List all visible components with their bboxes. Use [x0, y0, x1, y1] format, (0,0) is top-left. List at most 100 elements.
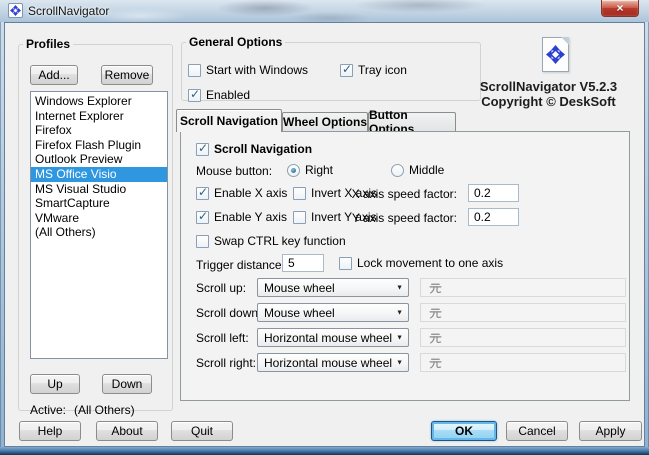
scroll-up-label: Scroll up:: [196, 281, 246, 295]
tab-scroll-navigation[interactable]: Scroll Navigation: [176, 109, 282, 132]
enabled-checkbox[interactable]: ✓ Enabled: [188, 86, 250, 104]
lock-movement-checkbox[interactable]: ✓ Lock movement to one axis: [339, 254, 503, 272]
radio-circle: [287, 164, 300, 177]
checkbox-label: Enable X axis: [214, 186, 287, 200]
list-item[interactable]: VMware: [31, 211, 167, 226]
down-button-label: Down: [112, 377, 143, 391]
hotkey-none-glyph: [429, 356, 442, 369]
window-bottom-frame: [0, 447, 649, 455]
tab-wheel-options[interactable]: Wheel Options: [282, 112, 368, 131]
scroll-navigation-master-checkbox[interactable]: ✓ Scroll Navigation: [196, 140, 312, 158]
scroll-down-select[interactable]: Mouse wheel ▼: [257, 303, 409, 322]
hotkey-none-glyph: [429, 331, 442, 344]
selected-option: Horizontal mouse wheel: [264, 331, 392, 345]
checkbox-box: ✓: [188, 89, 201, 102]
tab-label: Scroll Navigation: [180, 114, 278, 128]
add-profile-button[interactable]: Add...: [30, 65, 78, 85]
list-item[interactable]: (All Others): [31, 225, 167, 240]
selected-option: Mouse wheel: [264, 281, 335, 295]
list-item[interactable]: Windows Explorer: [31, 94, 167, 109]
x-speed-factor-input[interactable]: [468, 184, 519, 202]
list-item[interactable]: Firefox: [31, 123, 167, 138]
scroll-up-hotkey-field[interactable]: 无: [420, 278, 626, 297]
general-options-title: General Options: [186, 35, 285, 49]
scrollnavigator-window: ScrollNavigator × Profiles Add... Remove…: [0, 0, 649, 455]
active-profile-value: (All Others): [74, 403, 135, 417]
checkbox-box: ✓: [293, 211, 306, 224]
checkbox-label: Tray icon: [358, 63, 407, 77]
tab-label: Wheel Options: [283, 115, 367, 129]
quit-button[interactable]: Quit: [171, 421, 233, 441]
chevron-down-icon: ▼: [396, 309, 403, 316]
selected-option: Horizontal mouse wheel: [264, 356, 392, 370]
list-item[interactable]: Outlook Preview: [31, 152, 167, 167]
list-item-selected[interactable]: MS Office Visio: [31, 167, 167, 182]
about-button[interactable]: About: [96, 421, 158, 441]
four-way-arrow-icon: [10, 5, 21, 16]
help-button[interactable]: Help: [19, 421, 81, 441]
cancel-button[interactable]: Cancel: [506, 421, 568, 441]
check-icon: ✓: [198, 142, 208, 154]
check-icon: ✓: [190, 88, 200, 100]
page-fold: [561, 37, 569, 45]
selected-option: Mouse wheel: [264, 306, 335, 320]
product-version: ScrollNavigator V5.2.3: [455, 79, 642, 94]
start-with-windows-checkbox[interactable]: ✓ Start with Windows: [188, 61, 308, 79]
checkbox-label: Scroll Navigation: [214, 142, 312, 156]
list-item[interactable]: Firefox Flash Plugin: [31, 138, 167, 153]
y-speed-factor-input[interactable]: [468, 208, 519, 226]
list-item[interactable]: SmartCapture: [31, 196, 167, 211]
hotkey-none-glyph: [429, 281, 442, 294]
close-button[interactable]: ×: [601, 0, 639, 17]
checkbox-label: Enable Y axis: [214, 210, 287, 224]
checkbox-label: Swap CTRL key function: [214, 234, 346, 248]
profiles-title: Profiles: [23, 37, 73, 51]
enable-y-axis-checkbox[interactable]: ✓ Enable Y axis: [196, 208, 287, 226]
about-button-label: About: [111, 424, 142, 438]
check-icon: ✓: [342, 63, 352, 75]
checkbox-box: ✓: [196, 235, 209, 248]
mouse-button-label: Mouse button:: [196, 164, 272, 178]
enable-x-axis-checkbox[interactable]: ✓ Enable X axis: [196, 184, 287, 202]
tab-button-options[interactable]: Button Options: [368, 112, 456, 131]
scroll-right-select[interactable]: Horizontal mouse wheel ▼: [257, 353, 409, 372]
close-icon: ×: [616, 2, 623, 14]
apply-button[interactable]: Apply: [579, 421, 642, 441]
scroll-down-label: Scroll down:: [196, 306, 261, 320]
mouse-button-right-radio[interactable]: Right: [287, 161, 333, 179]
remove-button-label: Remove: [105, 68, 150, 82]
checkbox-box: ✓: [340, 64, 353, 77]
scroll-left-select[interactable]: Horizontal mouse wheel ▼: [257, 328, 409, 347]
app-logo: [542, 37, 569, 72]
ok-button[interactable]: OK: [431, 421, 497, 441]
copyright: Copyright © DeskSoft: [455, 94, 642, 109]
mouse-button-middle-radio[interactable]: Middle: [391, 161, 444, 179]
chevron-down-icon: ▼: [396, 284, 403, 291]
tray-icon-checkbox[interactable]: ✓ Tray icon: [340, 61, 407, 79]
remove-profile-button[interactable]: Remove: [101, 65, 153, 85]
checkbox-box: ✓: [196, 211, 209, 224]
profiles-listbox[interactable]: Windows Explorer Internet Explorer Firef…: [30, 91, 168, 359]
trigger-distance-input[interactable]: [282, 254, 324, 272]
add-button-label: Add...: [38, 68, 69, 82]
checkbox-box: ✓: [196, 143, 209, 156]
y-speed-factor-label: Y axis speed factor:: [331, 211, 457, 225]
scroll-left-label: Scroll left:: [196, 331, 249, 345]
scroll-left-hotkey-field[interactable]: 无: [420, 328, 626, 347]
radio-label: Middle: [409, 163, 444, 177]
move-up-button[interactable]: Up: [30, 374, 80, 394]
checkbox-label: Enabled: [206, 88, 250, 102]
scroll-up-select[interactable]: Mouse wheel ▼: [257, 278, 409, 297]
titlebar[interactable]: ScrollNavigator ×: [0, 0, 649, 22]
check-icon: ✓: [198, 210, 208, 222]
list-item[interactable]: Internet Explorer: [31, 109, 167, 124]
checkbox-box: ✓: [188, 64, 201, 77]
list-item[interactable]: MS Visual Studio: [31, 182, 167, 197]
help-button-label: Help: [38, 424, 63, 438]
swap-ctrl-key-checkbox[interactable]: ✓ Swap CTRL key function: [196, 232, 346, 250]
x-speed-factor-label: X axis speed factor:: [331, 187, 457, 201]
scroll-down-hotkey-field[interactable]: 无: [420, 303, 626, 322]
move-down-button[interactable]: Down: [102, 374, 152, 394]
ok-button-label: OK: [455, 424, 473, 438]
scroll-right-hotkey-field[interactable]: 无: [420, 353, 626, 372]
